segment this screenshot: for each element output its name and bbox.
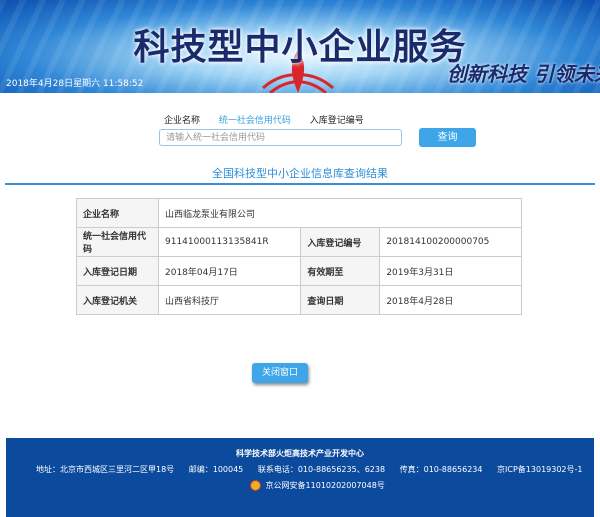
reg-date-value: 2018年04月17日 bbox=[157, 256, 302, 286]
reg-no-value: 201814100200000705 bbox=[379, 227, 522, 257]
search-button[interactable]: 查询 bbox=[419, 128, 476, 147]
tab-credit-code[interactable]: 统一社会信用代码 bbox=[219, 116, 291, 126]
reg-authority-value: 山西省科技厅 bbox=[157, 285, 302, 315]
tab-company-name[interactable]: 企业名称 bbox=[164, 116, 200, 126]
banner-slogan: 创新科技 引领未来 bbox=[447, 62, 600, 86]
reg-authority-label: 入库登记机关 bbox=[76, 285, 159, 315]
result-table: 企业名称 山西临龙泵业有限公司 统一社会信用代码 911410001131358… bbox=[76, 198, 522, 315]
footer-icp-link[interactable]: 京ICP备13019302号-1 bbox=[497, 465, 582, 474]
footer-phone: 联系电话：010-88656235、6238 bbox=[257, 465, 386, 474]
query-date-label: 查询日期 bbox=[300, 285, 381, 315]
police-badge-icon bbox=[250, 480, 261, 491]
search-input[interactable]: 请输入统一社会信用代码 bbox=[159, 129, 402, 146]
footer-fax: 传真：010-88656234 bbox=[399, 465, 483, 474]
reg-no-label: 入库登记编号 bbox=[300, 227, 381, 257]
query-date-value: 2018年4月28日 bbox=[379, 285, 522, 315]
datetime-display: 2018年4月28日星期六 11:58:52 bbox=[6, 79, 144, 89]
result-title: 全国科技型中小企业信息库查询结果 bbox=[212, 167, 388, 180]
close-window-button[interactable]: 关闭窗口 bbox=[252, 363, 308, 383]
credit-code-value: 91141000113135841R bbox=[157, 227, 302, 257]
credit-code-label: 统一社会信用代码 bbox=[76, 227, 159, 257]
footer-organization: 科学技术部火炬高技术产业开发中心 bbox=[236, 449, 364, 458]
header-banner: 科技型中小企业服务 创新科技 引领未来 2018年4月28日星期六 11:58:… bbox=[0, 0, 600, 93]
table-row: 入库登记机关 山西省科技厅 查询日期 2018年4月28日 bbox=[76, 285, 522, 315]
footer: 科学技术部火炬高技术产业开发中心 地址：北京市西城区三里河二区甲18号 邮编：1… bbox=[6, 438, 594, 517]
company-name-value: 山西临龙泵业有限公司 bbox=[158, 198, 522, 228]
valid-until-label: 有效期至 bbox=[300, 256, 381, 286]
table-row: 统一社会信用代码 91141000113135841R 入库登记编号 20181… bbox=[76, 227, 522, 257]
table-row: 入库登记日期 2018年04月17日 有效期至 2019年3月31日 bbox=[76, 256, 522, 286]
tab-registration-number[interactable]: 入库登记编号 bbox=[310, 116, 364, 126]
company-name-label: 企业名称 bbox=[76, 198, 159, 228]
footer-police-record-link[interactable]: 京公网安备11010202007048号 bbox=[266, 481, 385, 490]
footer-postcode: 邮编：100045 bbox=[188, 465, 244, 474]
footer-contact-line: 地址：北京市西城区三里河二区甲18号 邮编：100045 联系电话：010-88… bbox=[36, 464, 595, 475]
valid-until-value: 2019年3月31日 bbox=[379, 256, 522, 286]
search-type-tabs: 企业名称 统一社会信用代码 入库登记编号 bbox=[164, 113, 380, 126]
divider bbox=[5, 183, 595, 185]
table-row: 企业名称 山西临龙泵业有限公司 bbox=[76, 198, 522, 228]
footer-address: 地址：北京市西城区三里河二区甲18号 bbox=[36, 465, 175, 474]
footer-police-line: 京公网安备11010202007048号 bbox=[250, 480, 385, 491]
reg-date-label: 入库登记日期 bbox=[76, 256, 159, 286]
